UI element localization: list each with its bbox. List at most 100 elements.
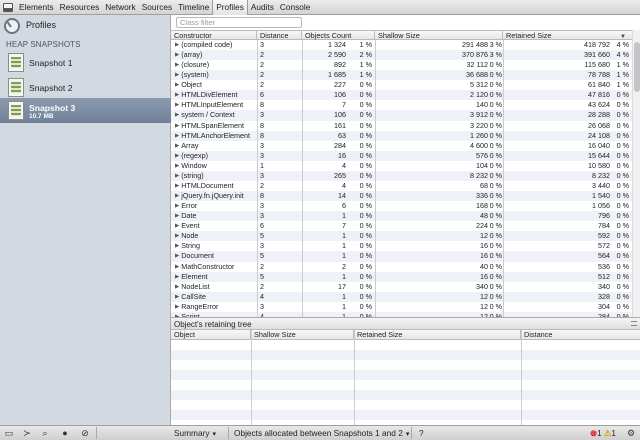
expand-triangle-icon[interactable]: ▶ xyxy=(175,203,179,209)
tab-audits[interactable]: Audits xyxy=(248,0,277,15)
expand-triangle-icon[interactable]: ▶ xyxy=(175,123,179,129)
column-header-constructor[interactable]: Constructor xyxy=(171,31,257,40)
distance-cell: 6 xyxy=(260,90,264,100)
column-header-shallow-size[interactable]: Shallow Size xyxy=(375,31,503,40)
class-filter-input[interactable] xyxy=(176,17,302,28)
table-row[interactable]: ▶ (compiled code) 3 1 324 1 % 291 488 3 % 418 7… xyxy=(171,40,632,50)
show-console-icon[interactable]: ≻ xyxy=(20,427,34,439)
expand-triangle-icon[interactable]: ▶ xyxy=(175,133,179,139)
expand-triangle-icon[interactable]: ▶ xyxy=(175,274,179,280)
tab-profiles[interactable]: Profiles xyxy=(212,0,248,15)
table-row[interactable]: ▶ Object 2 227 0 % 5 312 0 % 61 840 1 % xyxy=(171,80,632,90)
constructor-cell: ▶ Array xyxy=(175,141,257,151)
table-row[interactable]: ▶ (system) 2 1 685 1 % 36 688 0 % 78 788 1 % xyxy=(171,70,632,81)
table-row[interactable]: ▶ Error 3 6 0 % 168 0 % 1 056 0 % xyxy=(171,201,632,211)
expand-triangle-icon[interactable]: ▶ xyxy=(175,294,179,300)
column-header-distance[interactable]: Distance xyxy=(257,31,302,40)
table-row[interactable]: ▶ (string) 3 265 0 % 8 232 0 % 8 232 0 % xyxy=(171,170,632,181)
table-row[interactable]: ▶ (closure) 2 892 1 % 32 112 0 % 115 680 1 % xyxy=(171,60,632,70)
retaining-tree-header[interactable]: Object's retaining tree xyxy=(171,317,640,330)
table-row[interactable]: ▶ Date 3 1 0 % 48 0 % 796 0 % xyxy=(171,211,632,222)
table-row[interactable]: ▶ Window 1 4 0 % 104 0 % 10 580 0 % xyxy=(171,161,632,171)
clear-icon[interactable]: ⊘ xyxy=(78,427,92,439)
sidebar-item-snapshot-3[interactable]: Snapshot 3 10.7 MB xyxy=(0,98,171,123)
expand-triangle-icon[interactable]: ▶ xyxy=(175,193,179,199)
expand-triangle-icon[interactable]: ▶ xyxy=(175,143,179,149)
expand-triangle-icon[interactable]: ▶ xyxy=(175,62,179,68)
expand-triangle-icon[interactable]: ▶ xyxy=(175,243,179,249)
table-row[interactable]: ▶ jQuery.fn.jQuery.init 8 14 0 % 336 0 % 1 540 0… xyxy=(171,191,632,202)
expand-triangle-icon[interactable]: ▶ xyxy=(175,92,179,98)
table-row[interactable]: ▶ HTMLDocument 2 4 0 % 68 0 % 3 440 0 % xyxy=(171,181,632,191)
table-row[interactable]: ▶ (regexp) 3 16 0 % 576 0 % 15 644 0 % xyxy=(171,150,632,161)
table-row[interactable]: ▶ Array 3 284 0 % 4 600 0 % 16 040 0 % xyxy=(171,141,632,151)
table-row[interactable]: ▶ Node 5 1 0 % 12 0 % 592 0 % xyxy=(171,231,632,242)
objects-filter-select[interactable]: Objects allocated between Snapshots 1 an… xyxy=(234,427,409,439)
column-header-distance[interactable]: Distance xyxy=(521,330,640,339)
table-row[interactable]: ▶ CallSite 4 1 0 % 12 0 % 328 0 % xyxy=(171,291,632,302)
table-row[interactable]: ▶ NodeList 2 17 0 % 340 0 % 340 0 % xyxy=(171,282,632,292)
expand-triangle-icon[interactable]: ▶ xyxy=(175,253,179,259)
table-row[interactable]: ▶ HTMLSpanElement 8 161 0 % 3 220 0 % 26 068 0 % xyxy=(171,121,632,131)
expand-triangle-icon[interactable]: ▶ xyxy=(175,213,179,219)
expand-triangle-icon[interactable]: ▶ xyxy=(175,42,179,48)
tab-network[interactable]: Network xyxy=(102,0,138,15)
expand-triangle-icon[interactable]: ▶ xyxy=(175,163,179,169)
table-row[interactable]: ▶ MathConstructor 2 2 0 % 40 0 % 536 0 % xyxy=(171,262,632,272)
table-row[interactable]: ▶ system / Context 3 106 0 % 3 912 0 % 28 288 0 … xyxy=(171,110,632,121)
column-header-shallow-size[interactable]: Shallow Size xyxy=(251,330,354,339)
constructor-cell: ▶ (compiled code) xyxy=(175,40,257,50)
expand-triangle-icon[interactable]: ▶ xyxy=(175,183,179,189)
expand-triangle-icon[interactable]: ▶ xyxy=(175,223,179,229)
column-header-retained-size[interactable]: Retained Size ▼ xyxy=(503,31,632,40)
table-row[interactable]: ▶ HTMLAnchorElement 8 63 0 % 1 260 0 % 24 108 0 … xyxy=(171,130,632,141)
resize-grip-icon[interactable] xyxy=(631,321,637,326)
tab-timeline[interactable]: Timeline xyxy=(175,0,212,15)
sidebar-header[interactable]: Profiles xyxy=(0,15,171,36)
expand-triangle-icon[interactable]: ▶ xyxy=(175,284,179,290)
expand-triangle-icon[interactable]: ▶ xyxy=(175,153,179,159)
sidebar-item-snapshot-1[interactable]: Snapshot 1 xyxy=(0,50,171,75)
expand-triangle-icon[interactable]: ▶ xyxy=(175,52,179,58)
view-select[interactable]: Summary ▾ xyxy=(174,427,216,439)
expand-triangle-icon[interactable]: ▶ xyxy=(175,72,179,78)
help-button[interactable]: ? xyxy=(419,427,424,439)
objects-count-cell: 1 xyxy=(342,231,346,241)
expand-triangle-icon[interactable]: ▶ xyxy=(175,304,179,310)
gear-icon[interactable]: ⚙ xyxy=(624,427,638,439)
tab-elements[interactable]: Elements xyxy=(16,0,57,15)
error-warning-counter[interactable]: ⊗1 ⚠1 xyxy=(590,427,616,439)
table-row[interactable]: ▶ (array) 2 2 590 2 % 370 876 3 % 391 660 4 % xyxy=(171,50,632,61)
column-header-retained-size[interactable]: Retained Size xyxy=(354,330,521,339)
shallow-size-percent: 0 % xyxy=(489,170,502,180)
table-row[interactable]: ▶ RangeError 3 1 0 % 12 0 % 304 0 % xyxy=(171,302,632,312)
table-row[interactable]: ▶ String 3 1 0 % 16 0 % 572 0 % xyxy=(171,241,632,251)
filter-bar xyxy=(171,15,640,29)
search-icon[interactable]: ⌕ xyxy=(38,427,52,439)
dock-icon[interactable] xyxy=(3,3,13,12)
table-row[interactable]: ▶ Document 5 1 0 % 16 0 % 564 0 % xyxy=(171,251,632,262)
tab-resources[interactable]: Resources xyxy=(57,0,103,15)
expand-triangle-icon[interactable]: ▶ xyxy=(175,173,179,179)
column-header-objects-count[interactable]: Objects Count xyxy=(302,31,375,40)
table-row[interactable]: ▶ HTMLDivElement 6 106 0 % 2 120 0 % 47 816 0 % xyxy=(171,90,632,101)
tab-sources[interactable]: Sources xyxy=(139,0,175,15)
shallow-size-cell: 370 876 xyxy=(462,50,488,60)
table-row[interactable]: ▶ Event 6 7 0 % 224 0 % 784 0 % xyxy=(171,221,632,231)
record-icon[interactable]: ● xyxy=(58,427,72,439)
table-row[interactable]: ▶ Element 5 1 0 % 16 0 % 512 0 % xyxy=(171,271,632,282)
scrollbar-thumb[interactable] xyxy=(634,42,640,92)
table-scrollbar[interactable] xyxy=(632,30,640,332)
expand-triangle-icon[interactable]: ▶ xyxy=(175,82,179,88)
shallow-size-percent: 0 % xyxy=(489,130,502,140)
expand-triangle-icon[interactable]: ▶ xyxy=(175,102,179,108)
expand-triangle-icon[interactable]: ▶ xyxy=(175,233,179,239)
tab-console[interactable]: Console xyxy=(277,0,313,15)
shallow-size-cell: 104 xyxy=(476,160,488,170)
column-header-object[interactable]: Object xyxy=(171,330,251,339)
table-row[interactable]: ▶ HTMLInputElement 8 7 0 % 140 0 % 43 624 0 % xyxy=(171,100,632,110)
expand-triangle-icon[interactable]: ▶ xyxy=(175,264,179,270)
sidebar-item-snapshot-2[interactable]: Snapshot 2 xyxy=(0,75,171,100)
dock-toggle-icon[interactable]: ▭ xyxy=(2,427,16,439)
expand-triangle-icon[interactable]: ▶ xyxy=(175,112,179,118)
